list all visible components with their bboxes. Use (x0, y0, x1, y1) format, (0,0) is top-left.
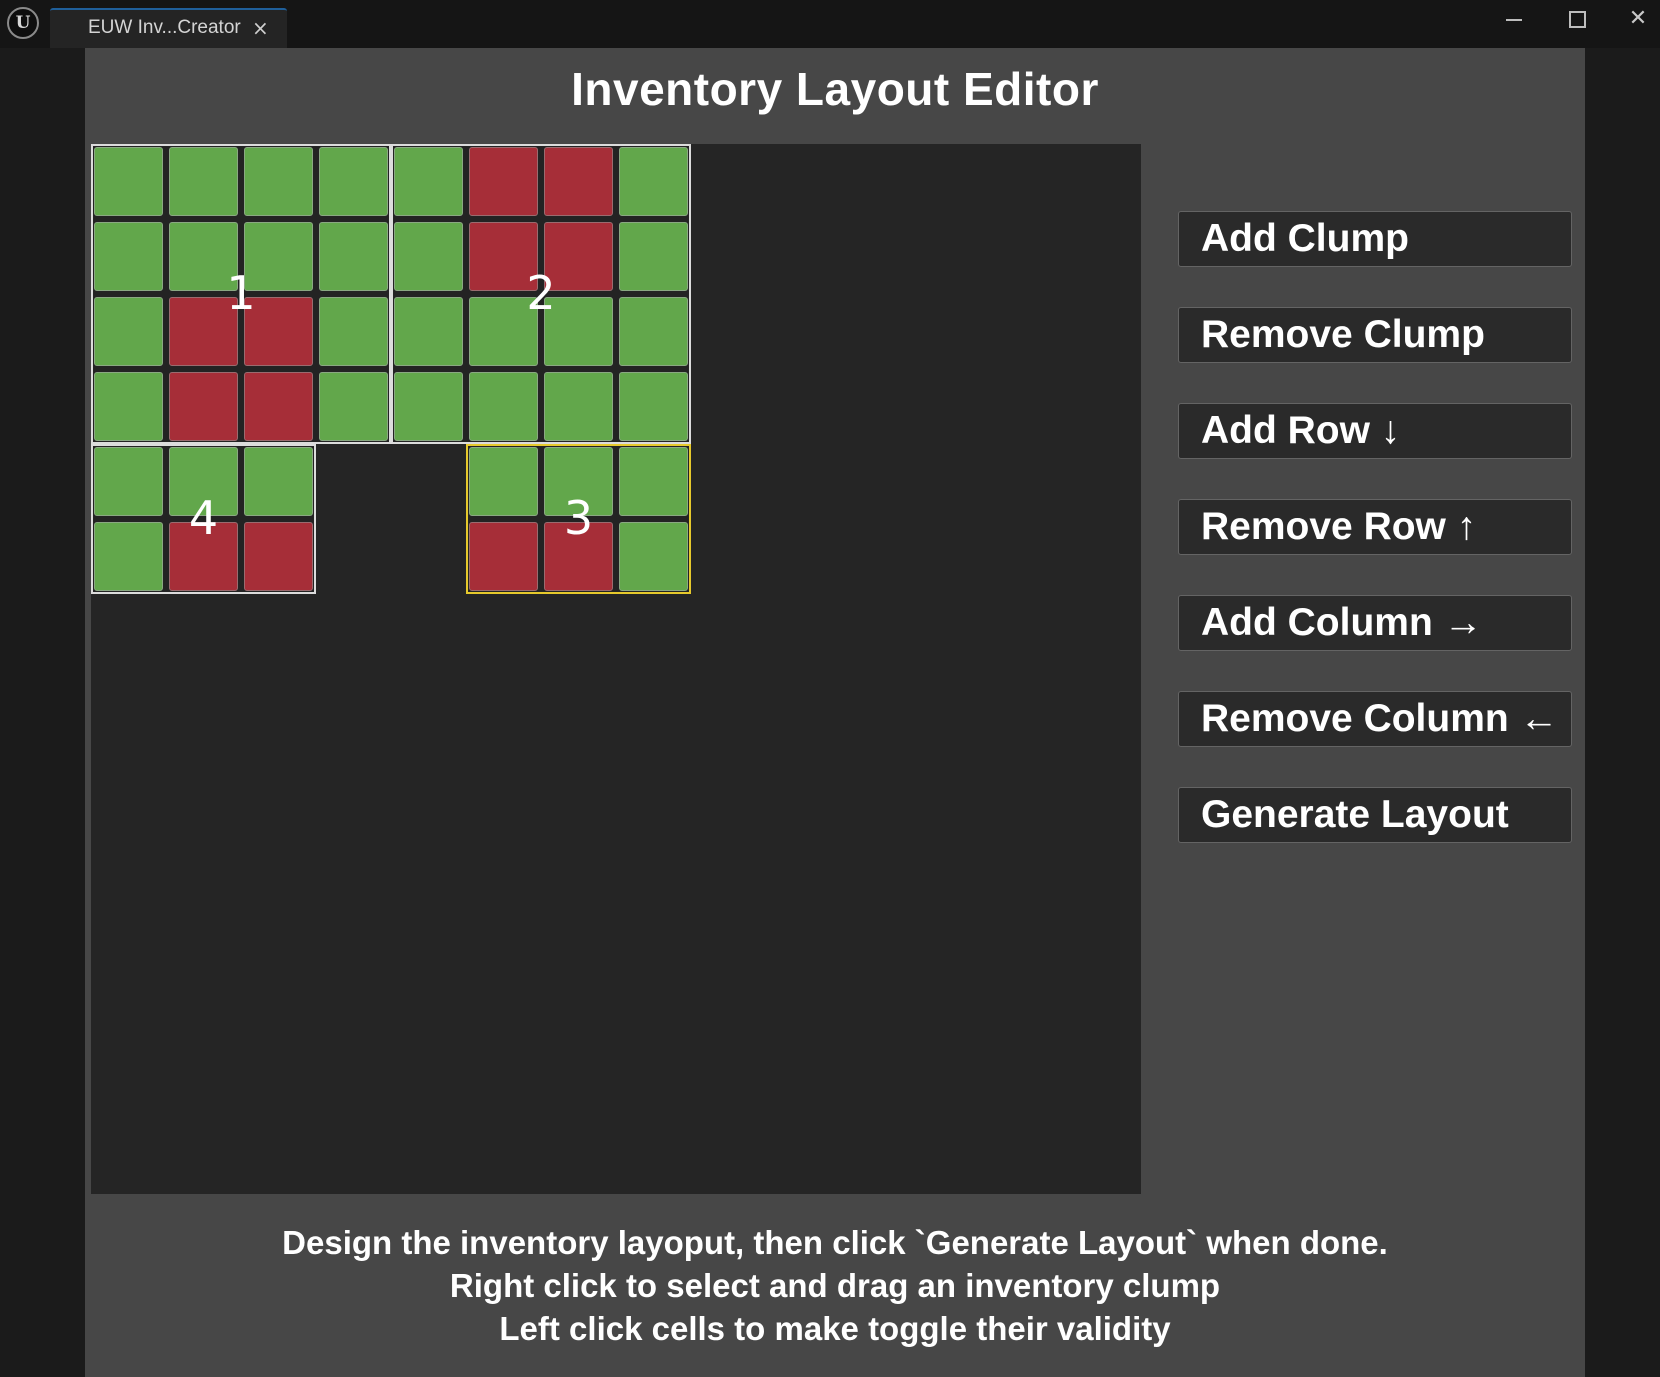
tab-close-icon[interactable]: × (252, 16, 269, 40)
remove-row-button[interactable]: Remove Row ↑ (1178, 499, 1572, 555)
invalid-cell[interactable] (469, 147, 538, 216)
valid-cell[interactable] (619, 522, 688, 591)
valid-cell[interactable] (169, 147, 238, 216)
invalid-cell[interactable] (544, 222, 613, 291)
inventory-clump-3[interactable]: 3 (466, 444, 691, 594)
add-column-button[interactable]: Add Column → (1178, 595, 1572, 651)
instruction-line-2: Right click to select and drag an invent… (449, 1267, 1221, 1304)
invalid-cell[interactable] (244, 297, 313, 366)
valid-cell[interactable] (469, 297, 538, 366)
valid-cell[interactable] (94, 372, 163, 441)
valid-cell[interactable] (94, 297, 163, 366)
minimize-icon (1506, 19, 1522, 21)
valid-cell[interactable] (94, 147, 163, 216)
invalid-cell[interactable] (244, 522, 313, 591)
inventory-clump-2[interactable]: 2 (391, 144, 691, 444)
minimize-button[interactable] (1492, 4, 1536, 38)
generate-layout-button[interactable]: Generate Layout (1178, 787, 1572, 843)
valid-cell[interactable] (94, 222, 163, 291)
page-title: Inventory Layout Editor (571, 63, 1099, 115)
valid-cell[interactable] (319, 147, 388, 216)
valid-cell[interactable] (544, 447, 613, 516)
close-icon: ✕ (1628, 6, 1648, 31)
invalid-cell[interactable] (544, 522, 613, 591)
valid-cell[interactable] (244, 222, 313, 291)
valid-cell[interactable] (394, 147, 463, 216)
valid-cell[interactable] (544, 297, 613, 366)
instruction-line-3: Left click cells to make toggle their va… (499, 1310, 1171, 1347)
instruction-line-1: Design the inventory layoput, then click… (282, 1224, 1388, 1261)
valid-cell[interactable] (319, 297, 388, 366)
valid-cell[interactable] (319, 372, 388, 441)
valid-cell[interactable] (244, 447, 313, 516)
maximize-button[interactable] (1555, 4, 1599, 38)
unreal-logo-icon: U (7, 7, 39, 39)
valid-cell[interactable] (394, 222, 463, 291)
valid-cell[interactable] (544, 372, 613, 441)
add-row-button[interactable]: Add Row ↓ (1178, 403, 1572, 459)
valid-cell[interactable] (169, 222, 238, 291)
add-clump-button[interactable]: Add Clump (1178, 211, 1572, 267)
valid-cell[interactable] (619, 147, 688, 216)
valid-cell[interactable] (169, 447, 238, 516)
valid-cell[interactable] (319, 222, 388, 291)
invalid-cell[interactable] (169, 372, 238, 441)
title-bar: U EUW Inv...Creator × ✕ (0, 0, 1660, 48)
valid-cell[interactable] (619, 297, 688, 366)
close-window-button[interactable]: ✕ (1616, 4, 1660, 38)
valid-cell[interactable] (394, 372, 463, 441)
valid-cell[interactable] (394, 297, 463, 366)
valid-cell[interactable] (94, 447, 163, 516)
invalid-cell[interactable] (169, 297, 238, 366)
invalid-cell[interactable] (469, 222, 538, 291)
inventory-clump-4[interactable]: 4 (91, 444, 316, 594)
maximize-icon (1568, 11, 1586, 28)
invalid-cell[interactable] (469, 522, 538, 591)
layout-canvas[interactable]: 1 2 3 4 (91, 144, 1141, 1194)
valid-cell[interactable] (619, 447, 688, 516)
invalid-cell[interactable] (244, 372, 313, 441)
editor-tab[interactable]: EUW Inv...Creator × (50, 8, 287, 48)
invalid-cell[interactable] (169, 522, 238, 591)
instructions: Design the inventory layoput, then click… (85, 1221, 1585, 1350)
valid-cell[interactable] (244, 147, 313, 216)
invalid-cell[interactable] (544, 147, 613, 216)
layout-editor-panel: Inventory Layout Editor 1 2 3 4 Add Clum… (85, 48, 1585, 1377)
inventory-clump-1[interactable]: 1 (91, 144, 391, 444)
remove-clump-button[interactable]: Remove Clump (1178, 307, 1572, 363)
tab-label: EUW Inv...Creator (88, 17, 241, 38)
valid-cell[interactable] (469, 372, 538, 441)
valid-cell[interactable] (619, 372, 688, 441)
valid-cell[interactable] (469, 447, 538, 516)
valid-cell[interactable] (619, 222, 688, 291)
remove-column-button[interactable]: Remove Column ← (1178, 691, 1572, 747)
valid-cell[interactable] (94, 522, 163, 591)
